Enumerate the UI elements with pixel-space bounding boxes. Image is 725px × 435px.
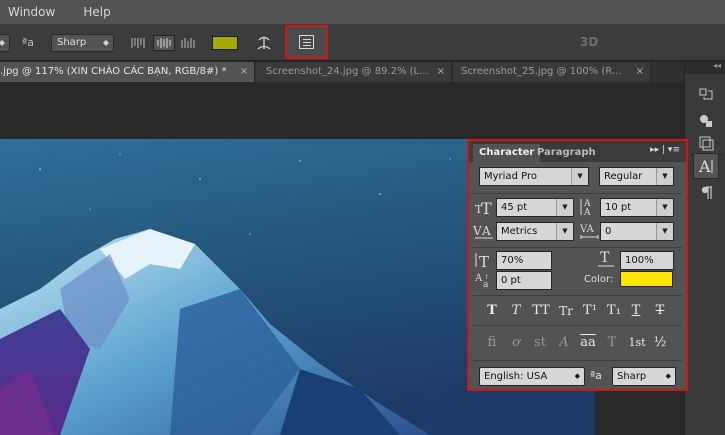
layers-icon[interactable] xyxy=(697,134,715,152)
contextual-alternates-button[interactable]: ơ xyxy=(507,334,525,352)
divider xyxy=(473,325,682,326)
align-left-icon[interactable] xyxy=(128,35,150,51)
text-color-swatch[interactable] xyxy=(212,36,238,50)
faux-italic-button[interactable]: T xyxy=(507,302,525,320)
svg-text:A: A xyxy=(583,208,591,217)
close-icon[interactable]: × xyxy=(437,62,445,81)
menu-bar: Window Help xyxy=(0,0,725,24)
underline-button[interactable]: T xyxy=(627,302,645,320)
svg-text:a: a xyxy=(483,280,489,289)
svg-text:A: A xyxy=(481,224,491,238)
faux-bold-button[interactable]: T xyxy=(483,302,501,320)
character-panel-icon[interactable]: A xyxy=(693,153,719,179)
superscript-button[interactable]: T¹ xyxy=(579,302,601,320)
leading-field[interactable]: 10 pt ▼ xyxy=(600,198,674,217)
align-right-icon[interactable] xyxy=(178,35,200,51)
tracking-select[interactable]: 0 ▼ xyxy=(600,222,674,241)
discretionary-ligatures-button[interactable]: st xyxy=(531,334,549,352)
paragraph-panel-icon[interactable] xyxy=(697,184,715,202)
panel-tabs: Character Paragraph ▸▸ | ▾≡ xyxy=(469,141,686,162)
menu-window[interactable]: Window xyxy=(8,5,55,19)
fractions-button[interactable]: ½ xyxy=(651,334,669,352)
close-icon[interactable]: × xyxy=(240,62,248,81)
standard-ligatures-button[interactable]: fi xyxy=(483,334,501,352)
font-size-icon: TT xyxy=(475,198,495,220)
warp-text-icon[interactable] xyxy=(256,34,272,52)
history-icon[interactable] xyxy=(697,86,715,104)
swash-button[interactable]: A xyxy=(555,334,573,352)
kerning-icon: VA xyxy=(472,222,495,244)
dock-collapse-bar[interactable]: ◂◂ xyxy=(685,61,725,74)
close-icon[interactable]: × xyxy=(636,62,644,81)
titling-alternates-button[interactable]: T xyxy=(603,334,621,352)
antialias-select[interactable]: Sharp ◆ xyxy=(612,367,676,386)
collapse-icon[interactable]: ◂◂ xyxy=(713,61,721,70)
svg-text:T: T xyxy=(481,199,492,216)
tracking-icon: VA xyxy=(579,221,601,245)
horizontal-scale-field[interactable]: 100% xyxy=(620,251,674,270)
tab-paragraph[interactable]: Paragraph xyxy=(531,144,602,162)
right-panel-dock: ◂◂ A xyxy=(684,61,725,435)
svg-text:V: V xyxy=(473,224,482,238)
align-group xyxy=(128,35,200,51)
svg-text:A: A xyxy=(474,273,483,284)
font-size-select-partial[interactable]: ◆ xyxy=(0,34,10,52)
divider xyxy=(473,193,682,194)
language-select[interactable]: English: USA ◆ xyxy=(479,367,585,386)
font-style-select[interactable]: Regular ▼ xyxy=(599,167,674,186)
leading-icon: AA xyxy=(580,197,600,221)
divider xyxy=(473,360,682,361)
vertical-scale-icon: T xyxy=(474,251,494,273)
3d-button[interactable]: 3D xyxy=(580,35,598,49)
options-bar: ◆ ªa Sharp ◆ 3D xyxy=(0,24,725,61)
tab-document-1[interactable]: .jpg @ 117% (XIN CHÀO CÁC BẠN, RGB/8#) *… xyxy=(0,62,255,82)
panel-icon xyxy=(299,35,314,49)
panel-menu-icon[interactable]: ▸▸ | ▾≡ xyxy=(650,145,680,155)
small-caps-button[interactable]: Tr xyxy=(555,302,577,320)
svg-text:↑: ↑ xyxy=(484,274,489,281)
tab-screenshot-24[interactable]: Screenshot_24.jpg @ 89.2% (L... × xyxy=(256,62,452,82)
stylistic-alternates-button[interactable]: aa xyxy=(577,334,599,352)
align-center-icon[interactable] xyxy=(153,35,175,51)
baseline-shift-icon: Aa ↑ xyxy=(474,271,494,293)
font-size-field[interactable]: 45 pt ▼ xyxy=(496,198,574,217)
ordinals-button[interactable]: 1st xyxy=(625,334,649,352)
antialias-icon: ªa xyxy=(590,369,602,382)
antialias-icon: ªa xyxy=(22,36,34,49)
all-caps-button[interactable]: TT xyxy=(529,302,553,320)
toggle-character-panel-button[interactable] xyxy=(285,25,328,59)
svg-text:T: T xyxy=(600,250,610,266)
svg-text:VA: VA xyxy=(579,224,595,235)
kerning-select[interactable]: Metrics ▼ xyxy=(496,222,574,241)
vertical-scale-field[interactable]: 70% xyxy=(496,251,552,270)
text-color-swatch[interactable] xyxy=(620,271,673,287)
tab-screenshot-25[interactable]: Screenshot_25.jpg @ 100% (R... × xyxy=(453,62,651,82)
subscript-button[interactable]: T₁ xyxy=(603,302,625,320)
svg-text:A: A xyxy=(698,157,711,176)
antialias-select[interactable]: Sharp ◆ xyxy=(51,34,114,52)
horizontal-scale-icon: T xyxy=(597,249,617,273)
divider xyxy=(473,247,682,248)
character-panel: Character Paragraph ▸▸ | ▾≡ Myriad Pro ▼ … xyxy=(467,139,688,391)
color-label: Color: xyxy=(584,274,614,285)
document-tab-bar: .jpg @ 117% (XIN CHÀO CÁC BẠN, RGB/8#) *… xyxy=(0,62,684,82)
menu-help[interactable]: Help xyxy=(83,5,110,19)
properties-icon[interactable] xyxy=(697,112,715,130)
font-family-select[interactable]: Myriad Pro ▼ xyxy=(479,167,589,186)
divider xyxy=(473,295,682,296)
svg-text:T: T xyxy=(479,253,489,269)
strikethrough-button[interactable]: T xyxy=(651,302,669,320)
baseline-shift-field[interactable]: 0 pt xyxy=(496,271,552,290)
